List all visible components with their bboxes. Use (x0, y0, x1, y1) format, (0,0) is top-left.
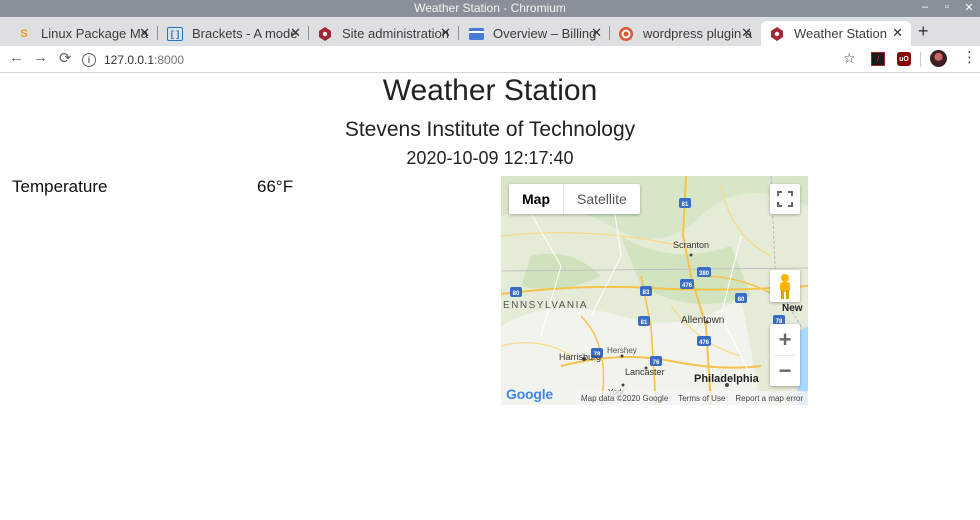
map-attribution: Map data ©2020 Google Terms of Use Repor… (575, 391, 808, 405)
svg-text:80: 80 (513, 291, 520, 297)
bookmark-star-icon[interactable]: ☆ (843, 50, 856, 67)
window-title: Weather Station - Chromium (414, 1, 566, 15)
svg-text:76: 76 (653, 360, 660, 366)
temperature-label: Temperature (12, 177, 108, 196)
pegman-icon (780, 274, 790, 299)
sublime-icon: S (20, 27, 28, 40)
zoom-separator (775, 355, 795, 356)
report-map-error-link[interactable]: Report a map error (735, 394, 803, 403)
map-label-allentown: Allentown (681, 315, 725, 326)
highway-shield: 80 (510, 287, 522, 297)
site-icon (769, 26, 785, 42)
profile-avatar[interactable] (930, 50, 947, 67)
svg-text:81: 81 (682, 202, 689, 208)
billing-icon (468, 26, 484, 42)
highway-shield: 81 (638, 316, 650, 326)
site-icon (317, 26, 333, 42)
zoom-in-button[interactable]: + (770, 324, 800, 355)
map-label-scranton: Scranton (673, 240, 710, 250)
tab-separator (157, 26, 158, 40)
menu-icon[interactable]: ⋮ (962, 48, 977, 66)
terms-of-use-link[interactable]: Terms of Use (678, 394, 725, 403)
minimize-icon[interactable]: – (920, 1, 930, 14)
map-type-map-button[interactable]: Map (509, 184, 564, 214)
page-content: Weather Station Stevens Institute of Tec… (0, 74, 980, 520)
street-view-pegman[interactable] (770, 270, 800, 302)
map-label-philadelphia: Philadelphia (694, 373, 759, 385)
svg-text:80: 80 (738, 297, 745, 303)
highway-shield: 81 (679, 198, 691, 208)
map-label-new: New (782, 303, 803, 314)
close-tab-icon[interactable]: ✕ (139, 25, 150, 41)
zoom-control: + − (770, 324, 800, 386)
brackets-icon: [ ] (167, 26, 183, 41)
duckduckgo-icon (618, 26, 634, 42)
map-label-pennsylvania: ENNSYLVANIA (503, 300, 589, 311)
svg-text:83: 83 (643, 290, 650, 296)
extension-icon[interactable]: / (871, 52, 885, 66)
fullscreen-button[interactable] (770, 184, 800, 214)
map-label-hershey: Hershey (607, 346, 637, 355)
google-logo[interactable]: Google (506, 386, 553, 402)
highway-shield: 380 (697, 267, 711, 277)
site-info-icon[interactable]: i (82, 52, 96, 67)
new-tab-icon[interactable]: + (918, 21, 929, 42)
forward-icon[interactable]: → (33, 49, 48, 66)
highway-shield: 476 (697, 336, 711, 346)
highway-shield: 76 (650, 356, 662, 366)
ublock-icon[interactable]: uO (897, 52, 911, 66)
tab-linux-package[interactable]: S Linux Package Ma ✕ (8, 21, 158, 46)
tab-separator (458, 26, 459, 40)
reload-icon[interactable]: ⟳ (59, 49, 72, 67)
highway-shield: 83 (640, 286, 652, 296)
close-tab-icon[interactable]: ✕ (741, 25, 752, 41)
highway-shield: 80 (735, 293, 747, 303)
tab-weather-station[interactable]: Weather Station ✕ (761, 21, 911, 46)
back-icon[interactable]: ← (9, 49, 24, 66)
map-label-harrisburg: Harrisburg (559, 352, 602, 362)
institution-heading: Stevens Institute of Technology (344, 118, 636, 141)
url-port: :8000 (154, 52, 185, 67)
close-tab-icon[interactable]: ✕ (440, 25, 451, 41)
svg-text:476: 476 (699, 340, 710, 346)
svg-text:476: 476 (682, 283, 693, 289)
close-tab-icon[interactable]: ✕ (591, 25, 602, 41)
highway-shield: 476 (680, 279, 694, 289)
reading-datetime: 2020-10-09 12:17:40 (406, 148, 574, 168)
close-tab-icon[interactable]: ✕ (290, 25, 301, 41)
tab-site-administration[interactable]: Site administration ✕ (309, 21, 459, 46)
toolbar-separator (920, 52, 921, 67)
tab-wordpress-plugin[interactable]: wordpress plugin a ✕ (610, 21, 760, 46)
tab-strip: S Linux Package Ma ✕ [ ] Brackets - A mo… (0, 17, 980, 46)
window-title-bar: Weather Station - Chromium – ▫ ✕ (0, 0, 980, 17)
map-label-lancaster: Lancaster (625, 367, 665, 377)
page-title: Weather Station (382, 74, 598, 107)
url-host: 127.0.0.1 (104, 52, 155, 67)
map-widget[interactable]: 81 380 476 80 80 78 81 476 76 83 78 Scra… (501, 176, 808, 405)
svg-text:81: 81 (641, 320, 648, 326)
map-data-credit: Map data ©2020 Google (580, 393, 669, 403)
google-logo-text: Google (506, 386, 554, 402)
address-bar[interactable]: i 127.0.0.1:8000 (82, 48, 862, 71)
close-window-icon[interactable]: ✕ (964, 1, 974, 14)
map-type-control: Map Satellite (509, 184, 640, 214)
svg-text:380: 380 (699, 271, 710, 277)
maximize-icon[interactable]: ▫ (942, 1, 952, 14)
temperature-value: 66°F (257, 177, 294, 196)
close-tab-icon[interactable]: ✕ (892, 25, 903, 41)
tab-billing[interactable]: Overview – Billing ✕ (460, 21, 610, 46)
browser-toolbar: ← → ⟳ i 127.0.0.1:8000 ☆ / uO ⋮ (0, 46, 980, 73)
tab-brackets[interactable]: [ ] Brackets - A mode ✕ (159, 21, 309, 46)
map-type-satellite-button[interactable]: Satellite (564, 184, 640, 214)
window-controls: – ▫ ✕ (920, 1, 974, 14)
fullscreen-icon (777, 191, 793, 207)
zoom-out-button[interactable]: − (770, 355, 800, 386)
